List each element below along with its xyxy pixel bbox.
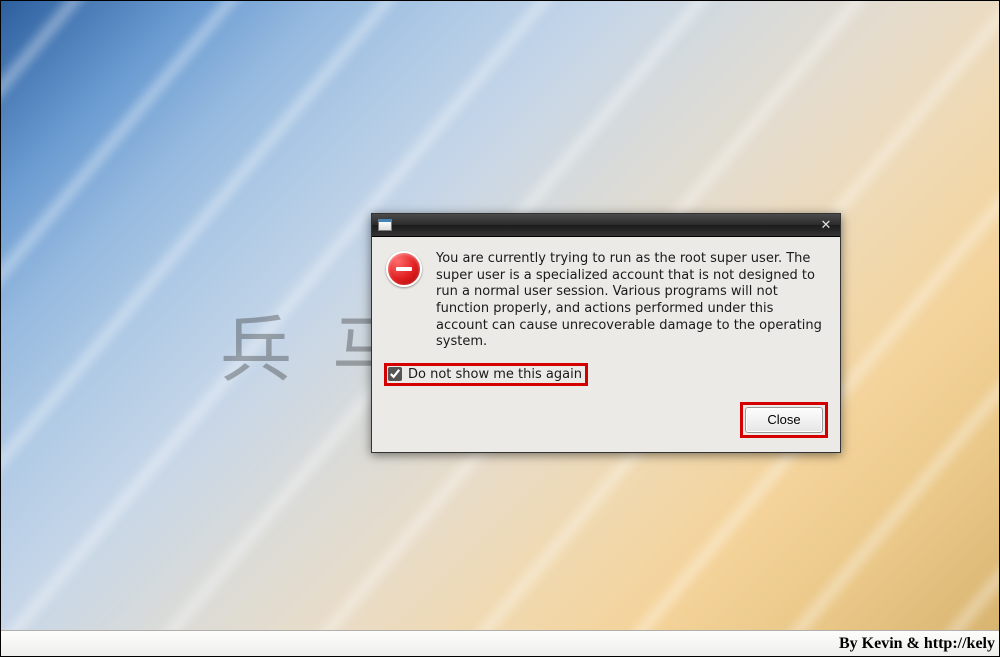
taskbar[interactable]: By Kevin & http://kely xyxy=(1,630,999,656)
dialog-body: You are currently trying to run as the r… xyxy=(372,237,840,357)
dialog-button-row: Close xyxy=(372,396,840,452)
dialog-titlebar[interactable]: ✕ xyxy=(372,214,840,237)
dialog-message: You are currently trying to run as the r… xyxy=(436,251,826,351)
close-button[interactable]: Close xyxy=(745,407,823,433)
do-not-show-again-checkbox[interactable] xyxy=(388,367,402,381)
desktop-background: 兵马俑发苏 ✕ You are currently trying to run … xyxy=(1,1,999,631)
window-icon xyxy=(378,219,392,231)
close-button-highlight: Close xyxy=(740,402,828,438)
warning-dialog: ✕ You are currently trying to run as the… xyxy=(371,213,841,453)
dialog-icon-column xyxy=(386,251,424,351)
do-not-show-again-label[interactable]: Do not show me this again xyxy=(408,367,582,382)
do-not-show-again-row[interactable]: Do not show me this again xyxy=(384,363,588,386)
error-icon xyxy=(386,251,422,287)
titlebar-close-button[interactable]: ✕ xyxy=(818,218,834,233)
footer-credit: By Kevin & http://kely xyxy=(839,635,995,653)
